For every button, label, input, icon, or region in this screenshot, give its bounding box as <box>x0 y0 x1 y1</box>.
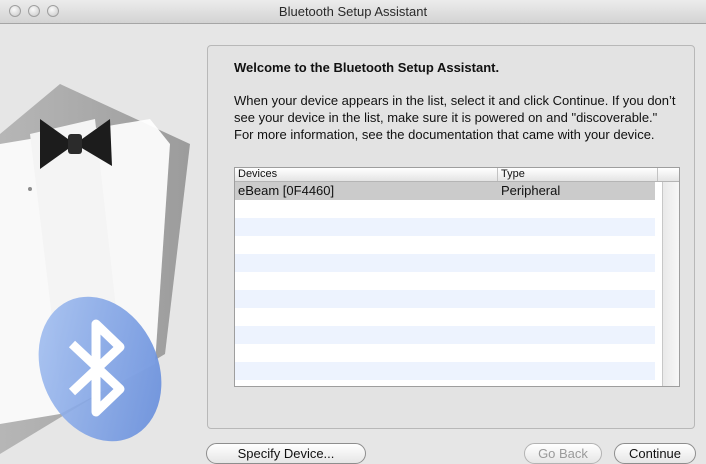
window-title: Bluetooth Setup Assistant <box>278 4 428 19</box>
go-back-button[interactable]: Go Back <box>524 443 602 464</box>
device-list: eBeam [0F4460] Peripheral <box>235 182 655 380</box>
table-row <box>235 236 655 254</box>
table-row <box>235 362 655 380</box>
device-name: eBeam [0F4460] <box>238 183 335 198</box>
table-header: Devices Type <box>235 168 679 182</box>
table-row <box>235 272 655 290</box>
table-row <box>235 290 655 308</box>
table-row-selected[interactable]: eBeam [0F4460] Peripheral <box>235 182 655 200</box>
table-row <box>235 344 655 362</box>
content-panel: Welcome to the Bluetooth Setup Assistant… <box>207 45 695 429</box>
device-type: Peripheral <box>501 183 561 198</box>
column-header-devices[interactable]: Devices <box>235 168 498 181</box>
scrollbar[interactable] <box>662 182 679 386</box>
column-header-type[interactable]: Type <box>498 168 658 181</box>
welcome-heading: Welcome to the Bluetooth Setup Assistant… <box>234 60 500 75</box>
continue-button[interactable]: Continue <box>614 443 696 464</box>
table-row <box>235 308 655 326</box>
table-row <box>235 200 655 218</box>
tuxedo-illustration <box>0 84 190 454</box>
specify-device-button[interactable]: Specify Device... <box>206 443 366 464</box>
instructions-text: When your device appears in the list, se… <box>234 93 676 142</box>
table-row <box>235 326 655 344</box>
devices-table[interactable]: Devices Type eBeam [0F4460] Peripheral <box>234 167 680 387</box>
bluetooth-setup-window: Bluetooth Setup Assistant Welcome to the… <box>0 0 706 464</box>
table-row <box>235 254 655 272</box>
table-row <box>235 218 655 236</box>
title-bar: Bluetooth Setup Assistant <box>0 0 706 24</box>
